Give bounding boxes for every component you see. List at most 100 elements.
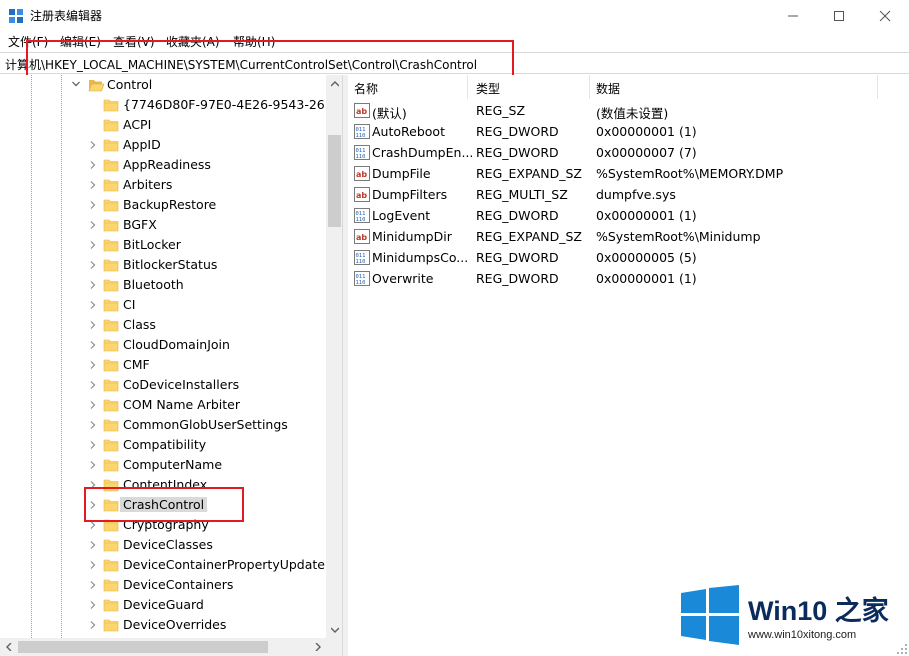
- chevron-right-icon[interactable]: [88, 360, 98, 370]
- menu-help[interactable]: 帮助(H): [233, 33, 275, 50]
- folder-icon: [103, 359, 119, 372]
- scroll-right-button[interactable]: [309, 638, 326, 655]
- scroll-down-button[interactable]: [326, 621, 342, 638]
- chevron-right-icon[interactable]: [88, 620, 98, 630]
- tree-item-control[interactable]: Control: [0, 75, 326, 95]
- tree-item-deviceguard[interactable]: DeviceGuard: [0, 595, 326, 615]
- column-header-type[interactable]: 类型: [470, 75, 590, 99]
- window-title: 注册表编辑器: [30, 9, 103, 23]
- chevron-right-icon[interactable]: [88, 420, 98, 430]
- tree-item-bitlockerstatus[interactable]: BitlockerStatus: [0, 255, 326, 275]
- svg-text:110: 110: [356, 217, 366, 223]
- value-row[interactable]: 011 110 CrashDumpEn... REG_DWORD 0x00000007 …: [348, 142, 909, 163]
- chevron-right-icon[interactable]: [88, 300, 98, 310]
- value-row[interactable]: ab MinidumpDir REG_EXPAND_SZ %SystemRoot%\M…: [348, 226, 909, 247]
- chevron-right-icon[interactable]: [88, 320, 98, 330]
- tree-item-backuprestore[interactable]: BackupRestore: [0, 195, 326, 215]
- scroll-left-button[interactable]: [0, 638, 17, 655]
- chevron-right-icon[interactable]: [88, 380, 98, 390]
- tree-item-bitlocker[interactable]: BitLocker: [0, 235, 326, 255]
- column-header-name[interactable]: 名称: [348, 75, 468, 99]
- tree-item-crashcontrol[interactable]: CrashControl: [0, 495, 326, 515]
- menu-view[interactable]: 查看(V): [113, 33, 155, 50]
- tree-horizontal-scroll-thumb[interactable]: [18, 641, 268, 653]
- tree-vertical-scroll-thumb[interactable]: [328, 135, 341, 227]
- chevron-right-icon[interactable]: [88, 280, 98, 290]
- chevron-right-icon[interactable]: [88, 460, 98, 470]
- value-data: %SystemRoot%\MEMORY.DMP: [596, 166, 784, 181]
- chevron-right-icon[interactable]: [88, 560, 98, 570]
- tree-item-compatibility[interactable]: Compatibility: [0, 435, 326, 455]
- chevron-right-icon[interactable]: [88, 540, 98, 550]
- value-data: 0x00000001 (1): [596, 124, 697, 139]
- tree-item-cryptography[interactable]: Cryptography: [0, 515, 326, 535]
- tree-item-computername[interactable]: ComputerName: [0, 455, 326, 475]
- tree-item-contentindex[interactable]: ContentIndex: [0, 475, 326, 495]
- tree-item-commonglobusersettings[interactable]: CommonGlobUserSettings: [0, 415, 326, 435]
- tree-item-devicecontainerpropertyupdateeve[interactable]: DeviceContainerPropertyUpdateEve: [0, 555, 326, 575]
- value-row[interactable]: 011 110 Overwrite REG_DWORD 0x00000001 (1): [348, 268, 909, 289]
- tree-item-label: Bluetooth: [123, 277, 184, 292]
- tree-horizontal-scrollbar[interactable]: [0, 638, 342, 656]
- close-button[interactable]: [862, 0, 908, 31]
- resize-grip-icon[interactable]: [896, 643, 908, 655]
- key-tree-pane: Control {7746D80F-97E0-4E26-9543-26B41 ACP…: [0, 75, 343, 656]
- tree-item-clouddomainjoin[interactable]: CloudDomainJoin: [0, 335, 326, 355]
- tree-item-devicecontainers[interactable]: DeviceContainers: [0, 575, 326, 595]
- scroll-up-button[interactable]: [326, 75, 342, 92]
- chevron-right-icon[interactable]: [88, 580, 98, 590]
- tree-item-arbiters[interactable]: Arbiters: [0, 175, 326, 195]
- value-row[interactable]: 011 110 LogEvent REG_DWORD 0x00000001 (1): [348, 205, 909, 226]
- chevron-right-icon[interactable]: [88, 200, 98, 210]
- watermark-url: www.win10xitong.com: [748, 629, 857, 641]
- chevron-right-icon[interactable]: [88, 520, 98, 530]
- tree-item-7746d80f-97e0-4e26-9543-26b41[interactable]: {7746D80F-97E0-4E26-9543-26B41: [0, 95, 326, 115]
- tree-item-cmf[interactable]: CMF: [0, 355, 326, 375]
- chevron-right-icon[interactable]: [88, 220, 98, 230]
- tree-item-appreadiness[interactable]: AppReadiness: [0, 155, 326, 175]
- folder-icon: [103, 219, 119, 232]
- value-type: REG_DWORD: [476, 208, 559, 223]
- value-row[interactable]: ab DumpFilters REG_MULTI_SZ dumpfve.sys: [348, 184, 909, 205]
- chevron-right-icon[interactable]: [88, 160, 98, 170]
- chevron-right-icon[interactable]: [88, 400, 98, 410]
- tree-item-codeviceinstallers[interactable]: CoDeviceInstallers: [0, 375, 326, 395]
- binary-value-icon: 011110: [354, 208, 370, 223]
- value-data: 0x00000005 (5): [596, 250, 697, 265]
- chevron-right-icon[interactable]: [88, 440, 98, 450]
- tree-item-ci[interactable]: CI: [0, 295, 326, 315]
- chevron-right-icon[interactable]: [88, 340, 98, 350]
- chevron-right-icon[interactable]: [88, 180, 98, 190]
- chevron-right-icon[interactable]: [88, 240, 98, 250]
- chevron-right-icon[interactable]: [88, 260, 98, 270]
- chevron-right-icon[interactable]: [88, 500, 98, 510]
- chevron-right-icon[interactable]: [88, 480, 98, 490]
- column-header-data[interactable]: 数据: [590, 75, 878, 99]
- tree-item-deviceclasses[interactable]: DeviceClasses: [0, 535, 326, 555]
- tree-item-class[interactable]: Class: [0, 315, 326, 335]
- menu-file[interactable]: 文件(F): [8, 33, 48, 50]
- title-bar[interactable]: 注册表编辑器: [0, 0, 909, 31]
- chevron-right-icon[interactable]: [88, 600, 98, 610]
- maximize-button[interactable]: [816, 0, 862, 31]
- minimize-button[interactable]: [770, 0, 816, 31]
- tree-vertical-scrollbar[interactable]: [326, 75, 342, 638]
- tree-item-bluetooth[interactable]: Bluetooth: [0, 275, 326, 295]
- menu-edit[interactable]: 编辑(E): [60, 33, 101, 50]
- tree-item-deviceoverrides[interactable]: DeviceOverrides: [0, 615, 326, 635]
- value-row[interactable]: ab (默认) REG_SZ (数值未设置): [348, 100, 909, 121]
- menu-favorites[interactable]: 收藏夹(A): [166, 33, 220, 50]
- value-row[interactable]: 011 110 AutoReboot REG_DWORD 0x00000001 (1): [348, 121, 909, 142]
- tree-item-acpi[interactable]: ACPI: [0, 115, 326, 135]
- value-row[interactable]: 011 110 MinidumpsCo... REG_DWORD 0x00000005 …: [348, 247, 909, 268]
- address-path[interactable]: 计算机\HKEY_LOCAL_MACHINE\SYSTEM\CurrentCon…: [5, 56, 477, 73]
- address-bar[interactable]: 计算机\HKEY_LOCAL_MACHINE\SYSTEM\CurrentCon…: [0, 52, 909, 74]
- tree-item-bgfx[interactable]: BGFX: [0, 215, 326, 235]
- chevron-down-icon[interactable]: [71, 79, 81, 89]
- tree-item-label: CI: [123, 297, 136, 312]
- chevron-right-icon[interactable]: [88, 140, 98, 150]
- value-type: REG_MULTI_SZ: [476, 187, 568, 202]
- tree-item-appid[interactable]: AppID: [0, 135, 326, 155]
- value-row[interactable]: ab DumpFile REG_EXPAND_SZ %SystemRoot%\MEMO…: [348, 163, 909, 184]
- tree-item-com-name-arbiter[interactable]: COM Name Arbiter: [0, 395, 326, 415]
